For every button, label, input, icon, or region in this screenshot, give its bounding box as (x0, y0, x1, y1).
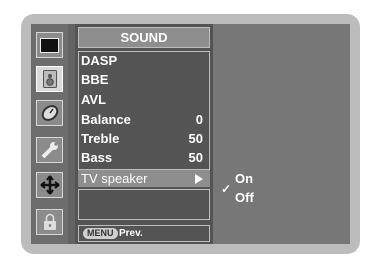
tools-icon[interactable] (36, 137, 63, 163)
category-rail (31, 24, 68, 244)
menu-footer: MENU Prev. (78, 225, 210, 242)
menu-item-treble[interactable]: Treble 50 (81, 131, 209, 148)
menu-item-avl[interactable]: AVL (81, 92, 209, 109)
menu-item-tv-speaker[interactable]: TV speaker (78, 170, 210, 187)
menu-empty-area (78, 189, 210, 220)
menu-item-label: Treble (81, 131, 120, 146)
osd-panel: SOUND DASP BBE AVL Balance 0 Treble 50 B… (31, 24, 350, 244)
menu-item-value: 50 (188, 131, 203, 146)
menu-item-label: AVL (81, 92, 107, 107)
option-off[interactable]: Off (235, 190, 254, 205)
menu-item-label: Bass (81, 150, 113, 165)
menu-item-label: Balance (81, 112, 131, 127)
right-arrow-icon (195, 174, 203, 184)
menu-title: SOUND (78, 27, 210, 48)
menu-item-label: BBE (81, 72, 109, 87)
sound-menu: SOUND DASP BBE AVL Balance 0 Treble 50 B… (75, 24, 213, 244)
tv-speaker-submenu: ✓ On Off (213, 24, 350, 244)
prev-label: Prev. (119, 228, 143, 239)
option-on[interactable]: On (235, 171, 253, 186)
screen-icon[interactable] (36, 32, 63, 58)
speaker-icon[interactable] (36, 66, 63, 92)
menu-item-value: 0 (195, 112, 203, 127)
menu-item-balance[interactable]: Balance 0 (81, 112, 209, 129)
lock-icon[interactable] (36, 209, 63, 235)
menu-item-dasp[interactable]: DASP (81, 53, 209, 70)
clock-icon[interactable] (36, 100, 63, 126)
menu-item-value: 50 (188, 150, 203, 165)
menu-item-label: DASP (81, 53, 118, 68)
cross-arrows-icon[interactable] (36, 172, 63, 198)
menu-item-label: TV speaker (81, 171, 148, 186)
check-icon: ✓ (221, 182, 232, 196)
menu-item-bbe[interactable]: BBE (81, 72, 209, 89)
menu-item-bass[interactable]: Bass 50 (81, 150, 209, 167)
menu-button[interactable]: MENU (83, 228, 118, 239)
